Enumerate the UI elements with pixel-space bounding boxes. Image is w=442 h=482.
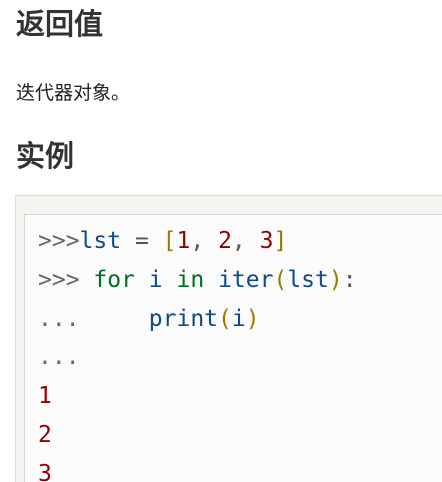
code-token: in xyxy=(176,266,205,293)
code-token: lst xyxy=(287,266,329,293)
code-token: 1 xyxy=(176,228,191,254)
code-line: ... print(i) xyxy=(38,300,357,339)
code-token: 3 xyxy=(259,228,274,254)
example-code-block: >>>lst = [1, 2, 3] >>> for i in iter(lst)… xyxy=(38,222,357,482)
section-heading-example: 实例 xyxy=(16,139,75,173)
code-token: i xyxy=(231,305,246,332)
code-token: ] xyxy=(273,228,288,254)
code-output-line: 3 xyxy=(38,460,52,482)
code-token: print xyxy=(148,305,219,332)
code-token: lst xyxy=(79,228,122,254)
code-token: = xyxy=(121,228,163,254)
code-line: ... xyxy=(38,338,357,377)
code-output-line: 1 xyxy=(38,383,52,410)
repl-prompt: ... xyxy=(38,344,80,371)
section-heading-return-value: 返回值 xyxy=(16,7,104,41)
code-token: ( xyxy=(273,266,288,293)
code-token: [ xyxy=(162,228,177,254)
code-token: ( xyxy=(218,305,232,332)
code-line: >>>lst = [1, 2, 3] xyxy=(38,222,357,261)
code-line: >>> for i in iter(lst): xyxy=(38,261,357,300)
repl-prompt: >>> xyxy=(38,266,94,293)
repl-prompt: ... xyxy=(38,305,80,332)
repl-prompt: >>> xyxy=(38,228,80,254)
code-token: for xyxy=(93,266,135,293)
code-output-line: 2 xyxy=(38,421,52,448)
code-token: i xyxy=(148,266,163,293)
code-token: 2 xyxy=(218,228,232,254)
code-token: , xyxy=(231,228,260,254)
code-token: iter xyxy=(218,266,274,293)
return-value-description: 迭代器对象。 xyxy=(16,82,131,104)
code-token: , xyxy=(190,228,219,254)
code-token: ) xyxy=(328,266,343,293)
code-token: ) xyxy=(245,305,260,332)
code-token: : xyxy=(342,266,357,293)
